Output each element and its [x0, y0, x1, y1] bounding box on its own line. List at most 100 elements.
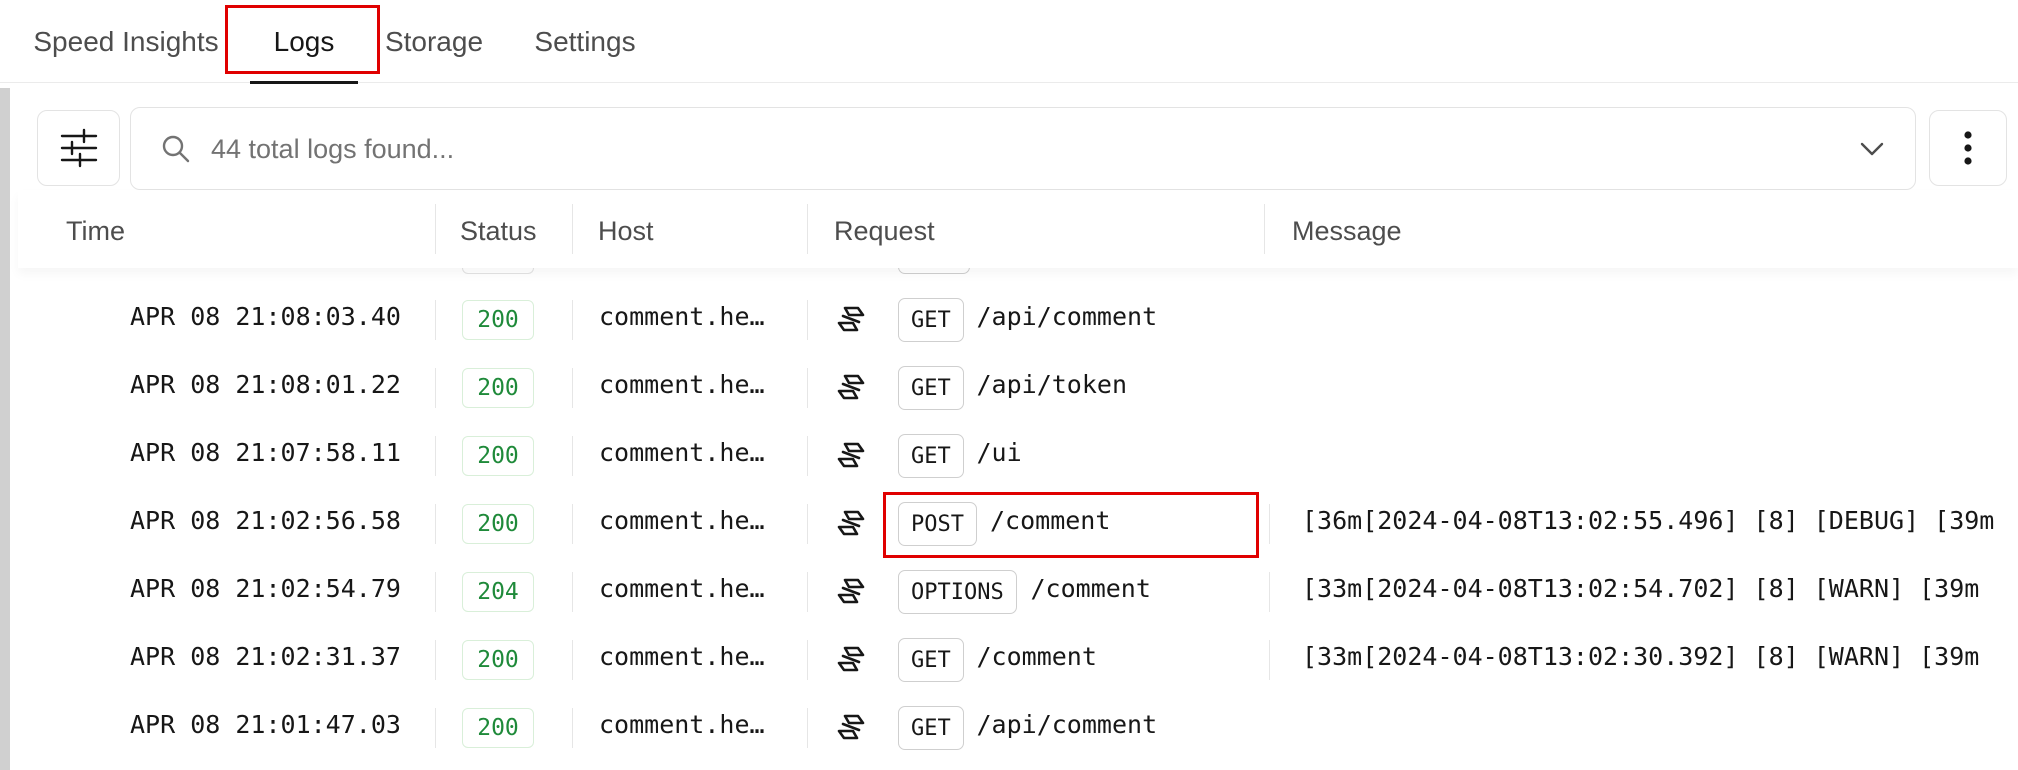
- function-icon-wrapper: [836, 644, 866, 679]
- more-options-button[interactable]: [1929, 110, 2007, 186]
- serverless-function-icon: [837, 646, 865, 672]
- tab-bar: Speed Insights Logs Storage Settings: [0, 0, 2018, 84]
- filter-button[interactable]: [37, 110, 120, 186]
- cell-divider: [807, 504, 808, 544]
- table-row[interactable]: APR 08 21:01:47.03 200 comment.he… GET/api/…: [18, 694, 2018, 762]
- search-input[interactable]: [211, 126, 1811, 172]
- status-badge: 200: [462, 640, 534, 680]
- tab-speed-insights[interactable]: Speed Insights: [28, 0, 224, 83]
- log-time: APR 08 21:07:58.11: [130, 438, 401, 467]
- request-path: /ui: [976, 438, 1022, 467]
- column-header-request[interactable]: Request: [834, 216, 935, 247]
- cell-divider: [572, 300, 573, 340]
- log-time: APR 08 21:02:56.58: [130, 506, 401, 535]
- sliders-icon: [60, 128, 97, 168]
- log-time: APR 08 21:08:03.40: [130, 302, 401, 331]
- tab-settings[interactable]: Settings: [530, 0, 640, 83]
- table-row[interactable]: APR 08 21:02:56.58 200 comment.he… POST/com…: [18, 490, 2018, 558]
- function-icon-wrapper: [836, 576, 866, 611]
- column-divider[interactable]: [1264, 204, 1265, 254]
- serverless-function-icon: [837, 510, 865, 536]
- column-header-message[interactable]: Message: [1292, 216, 1402, 247]
- column-divider[interactable]: [435, 204, 436, 254]
- cell-divider: [572, 708, 573, 748]
- request-path: /comment: [1030, 574, 1151, 603]
- cell-divider: [435, 708, 436, 748]
- status-badge: 204: [462, 572, 534, 612]
- cell-divider: [807, 572, 808, 612]
- cell-divider: [807, 300, 808, 340]
- table-header: Time Status Host Request Message: [18, 190, 2018, 268]
- table-row[interactable]: APR 08 21:02:54.79 204 comment.he… OPTIONS /…: [18, 558, 2018, 626]
- serverless-function-icon: [837, 442, 865, 468]
- log-time: APR 08 21:02:54.79: [130, 574, 401, 603]
- status-badge: 200: [462, 436, 534, 476]
- request-path: /comment: [990, 506, 1111, 535]
- table-row[interactable]: APR 08 21:02:31.37 200 comment.he… GET/comm…: [18, 626, 2018, 694]
- tab-logs[interactable]: Logs: [250, 0, 358, 84]
- column-header-status[interactable]: Status: [460, 216, 537, 247]
- log-host: comment.he…: [599, 302, 765, 331]
- http-method-badge: GET: [898, 706, 964, 750]
- chevron-down-icon[interactable]: [1859, 136, 1885, 162]
- http-method-badge: POST: [898, 502, 977, 546]
- column-divider[interactable]: [572, 204, 573, 254]
- cell-divider: [435, 572, 436, 612]
- cell-divider: [572, 504, 573, 544]
- http-method-badge: OPTIONS: [898, 570, 1017, 614]
- column-header-time[interactable]: Time: [66, 216, 125, 247]
- log-message: [33m[2024-04-08T13:02:54.702] [8] [WARN]…: [1302, 574, 1980, 603]
- cell-divider: [1269, 640, 1270, 680]
- cell-divider: [435, 300, 436, 340]
- column-header-host[interactable]: Host: [598, 216, 654, 247]
- cell-divider: [572, 572, 573, 612]
- cell-divider: [807, 368, 808, 408]
- serverless-function-icon: [837, 374, 865, 400]
- function-icon-wrapper: [836, 440, 866, 475]
- cell-divider: [807, 640, 808, 680]
- http-method-badge: GET: [898, 298, 964, 342]
- log-host: comment.he…: [599, 438, 765, 467]
- tab-storage[interactable]: Storage: [380, 0, 488, 83]
- cell-divider: [435, 436, 436, 476]
- log-host: comment.he…: [599, 710, 765, 739]
- http-method-badge: GET: [898, 434, 964, 478]
- cell-divider: [435, 504, 436, 544]
- cell-divider: [572, 368, 573, 408]
- cell-divider: [572, 640, 573, 680]
- table-row[interactable]: APR 08 21:07:58.11 200 comment.he… GET/ui: [18, 422, 2018, 490]
- column-divider[interactable]: [807, 204, 808, 254]
- http-method-badge: GET: [898, 638, 964, 682]
- table-row[interactable]: APR 08 21:08:01.22 200 comment.he… GET/api/…: [18, 354, 2018, 422]
- log-host: comment.he…: [599, 574, 765, 603]
- function-icon-wrapper: [836, 508, 866, 543]
- request-path: /api/comment: [976, 302, 1158, 331]
- status-badge: 200: [462, 368, 534, 408]
- log-message: [33m[2024-04-08T13:02:30.392] [8] [WARN]…: [1302, 642, 1980, 671]
- log-time: APR 08 21:08:01.22: [130, 370, 401, 399]
- more-vertical-icon: [1964, 131, 1972, 165]
- status-badge: 200: [462, 708, 534, 748]
- log-host: comment.he…: [599, 506, 765, 535]
- function-icon-wrapper: [836, 304, 866, 339]
- log-time: APR 08 21:02:31.37: [130, 642, 401, 671]
- tab-logs-label: Logs: [273, 25, 335, 57]
- left-scroll-rail: [0, 88, 10, 770]
- status-badge: 200: [462, 504, 534, 544]
- function-icon-wrapper: [836, 372, 866, 407]
- log-host: comment.he…: [599, 642, 765, 671]
- cell-divider: [1269, 504, 1270, 544]
- function-icon-wrapper: [836, 712, 866, 747]
- cell-divider: [572, 436, 573, 476]
- serverless-function-icon: [837, 578, 865, 604]
- request-path: /api/comment: [976, 710, 1158, 739]
- log-host: comment.he…: [599, 370, 765, 399]
- table-row[interactable]: APR 08 21:08:03.40 200 comment.he… GET/api/…: [18, 286, 2018, 354]
- cell-divider: [807, 436, 808, 476]
- log-search-box[interactable]: [130, 107, 1916, 190]
- serverless-function-icon: [837, 306, 865, 332]
- cell-divider: [807, 708, 808, 748]
- cell-divider: [435, 368, 436, 408]
- http-method-badge: GET: [898, 366, 964, 410]
- search-icon: [162, 135, 190, 163]
